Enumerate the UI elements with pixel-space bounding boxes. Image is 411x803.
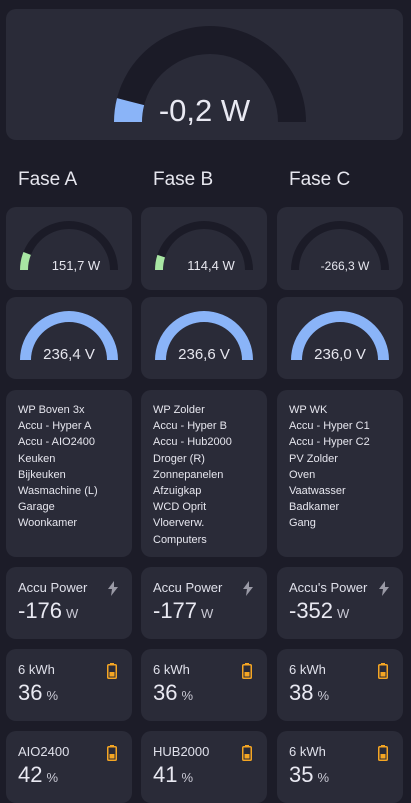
list-item: WP Boven 3x — [18, 404, 85, 416]
phase-b-voltage-card[interactable]: 236,6 V — [141, 297, 267, 379]
lightning-bolt-icon — [108, 581, 118, 596]
tile-title: HUB2000 — [153, 744, 210, 759]
phase-b-voltage-value: 236,6 V — [178, 346, 230, 363]
tile-title: 6 kWh — [18, 662, 55, 677]
phase-c-voltage-gauge — [291, 311, 389, 360]
phase-c-device-list: WP WK Accu - Hyper C1 Accu - Hyper C2 PV… — [289, 402, 370, 532]
battery-icon — [107, 745, 117, 761]
phase-a-voltage-gauge — [20, 311, 118, 360]
list-item: Accu - Hub2000 — [153, 436, 232, 449]
list-item: Wasmachine (L) — [18, 485, 98, 498]
list-item: Accu - Hyper A — [18, 420, 92, 433]
phase-a-power-card[interactable]: 151,7 W — [6, 207, 132, 290]
phase-c-voltage-card[interactable]: 236,0 V — [277, 297, 403, 379]
list-item: Accu - Hyper C2 — [289, 436, 370, 449]
tile-unit: W — [337, 606, 350, 621]
phase-c-power-gauge — [291, 221, 389, 270]
phase-b-power-card[interactable]: 114,4 W — [141, 207, 267, 290]
phase-a-device-list: WP Boven 3x Accu - Hyper A Accu - AIO240… — [18, 402, 98, 532]
phase-b-accu-power-tile[interactable]: Accu Power -177 W — [141, 567, 267, 639]
list-item: Computers — [153, 533, 207, 546]
lightning-bolt-icon — [243, 581, 253, 596]
tile-value: 36 — [18, 680, 43, 705]
tile-value: 42 — [18, 762, 43, 787]
phase-b-header: Fase B — [153, 169, 214, 190]
tile-title: AIO2400 — [18, 744, 70, 759]
tile-title: 6 kWh — [153, 662, 190, 677]
phase-b-power-gauge — [155, 221, 253, 270]
battery-icon — [378, 663, 388, 679]
phase-b-battery1-tile[interactable]: 6 kWh 36% — [141, 649, 267, 721]
phase-c-voltage-value: 236,0 V — [314, 346, 366, 363]
list-item: Afzuigkap — [153, 485, 202, 498]
list-item: Accu - AIO2400 — [18, 436, 96, 449]
phase-a-voltage-value: 236,4 V — [43, 346, 95, 363]
phase-a-devices-card[interactable]: WP Boven 3x Accu - Hyper A Accu - AIO240… — [6, 390, 132, 557]
phase-c-power-card[interactable]: -266,3 W — [277, 207, 403, 290]
phase-a-power-value: 151,7 W — [51, 258, 101, 273]
list-item: Accu - Hyper C1 — [289, 420, 370, 433]
total-power-card[interactable]: -0,2 W — [6, 9, 403, 140]
tile-value: 38 — [289, 680, 314, 705]
tile-unit: % — [46, 770, 59, 785]
list-item: Vloerverw. — [153, 517, 205, 530]
phase-c-header: Fase C — [289, 169, 351, 190]
phase-a-accu-power-tile[interactable]: Accu Power -176 W — [6, 567, 132, 639]
phase-b-power-value: 114,4 W — [187, 258, 235, 273]
list-item: WP WK — [289, 404, 328, 416]
phase-b-device-list: WP Zolder Accu - Hyper B Accu - Hub2000 … — [153, 402, 232, 548]
list-item: Accu - Hyper B — [153, 420, 227, 433]
list-item: Zonnepanelen — [153, 468, 224, 481]
tile-value: 35 — [289, 762, 314, 787]
list-item: PV Zolder — [289, 452, 338, 465]
list-item: Oven — [289, 468, 316, 481]
phase-b-devices-card[interactable]: WP Zolder Accu - Hyper B Accu - Hub2000 … — [141, 390, 267, 557]
tile-unit: W — [201, 606, 214, 621]
tile-unit: % — [317, 770, 330, 785]
total-power-value: -0,2 W — [158, 93, 251, 128]
list-item: WP Zolder — [153, 404, 205, 416]
battery-icon — [242, 663, 252, 679]
tile-unit: W — [66, 606, 79, 621]
phase-a-battery1-tile[interactable]: 6 kWh 36% — [6, 649, 132, 721]
tile-value: 41 — [153, 762, 178, 787]
battery-icon — [242, 745, 252, 761]
tile-unit: % — [181, 688, 194, 703]
tile-title: 6 kWh — [289, 744, 326, 759]
phase-c-devices-card[interactable]: WP WK Accu - Hyper C1 Accu - Hyper C2 PV… — [277, 390, 403, 557]
phase-a-power-gauge — [20, 221, 118, 270]
list-item: Woonkamer — [18, 517, 78, 530]
phase-a-header: Fase A — [18, 169, 78, 190]
tile-value: -176 — [18, 598, 63, 623]
tile-value: 36 — [153, 680, 178, 705]
phase-b-voltage-gauge — [155, 311, 253, 360]
tile-unit: % — [46, 688, 59, 703]
list-item: Vaatwasser — [289, 485, 346, 498]
phase-c-power-value: -266,3 W — [320, 259, 370, 273]
list-item: Bijkeuken — [18, 468, 66, 481]
battery-icon — [107, 663, 117, 679]
tile-unit: % — [317, 688, 330, 703]
phase-c-battery2-tile[interactable]: 6 kWh 35% — [277, 731, 403, 803]
list-item: Gang — [289, 517, 316, 530]
tile-title: Accu's Power — [289, 580, 368, 595]
phase-a-battery2-tile[interactable]: AIO2400 42% — [6, 731, 132, 803]
list-item: Droger (R) — [153, 452, 205, 465]
lightning-bolt-icon — [379, 581, 389, 596]
list-item: Garage — [18, 501, 55, 514]
phase-c-accu-power-tile[interactable]: Accu's Power -352 W — [277, 567, 403, 639]
tile-value: -177 — [153, 598, 198, 623]
tile-title: Accu Power — [153, 580, 223, 595]
tile-unit: % — [181, 770, 194, 785]
list-item: Keuken — [18, 452, 56, 465]
phase-c-battery1-tile[interactable]: 6 kWh 38% — [277, 649, 403, 721]
list-item: WCD Oprit — [153, 501, 207, 514]
tile-title: 6 kWh — [289, 662, 326, 677]
battery-icon — [378, 745, 388, 761]
tile-value: -352 — [289, 598, 334, 623]
list-item: Badkamer — [289, 501, 340, 514]
phase-b-battery2-tile[interactable]: HUB2000 41% — [141, 731, 267, 803]
tile-title: Accu Power — [18, 580, 88, 595]
phase-a-voltage-card[interactable]: 236,4 V — [6, 297, 132, 379]
